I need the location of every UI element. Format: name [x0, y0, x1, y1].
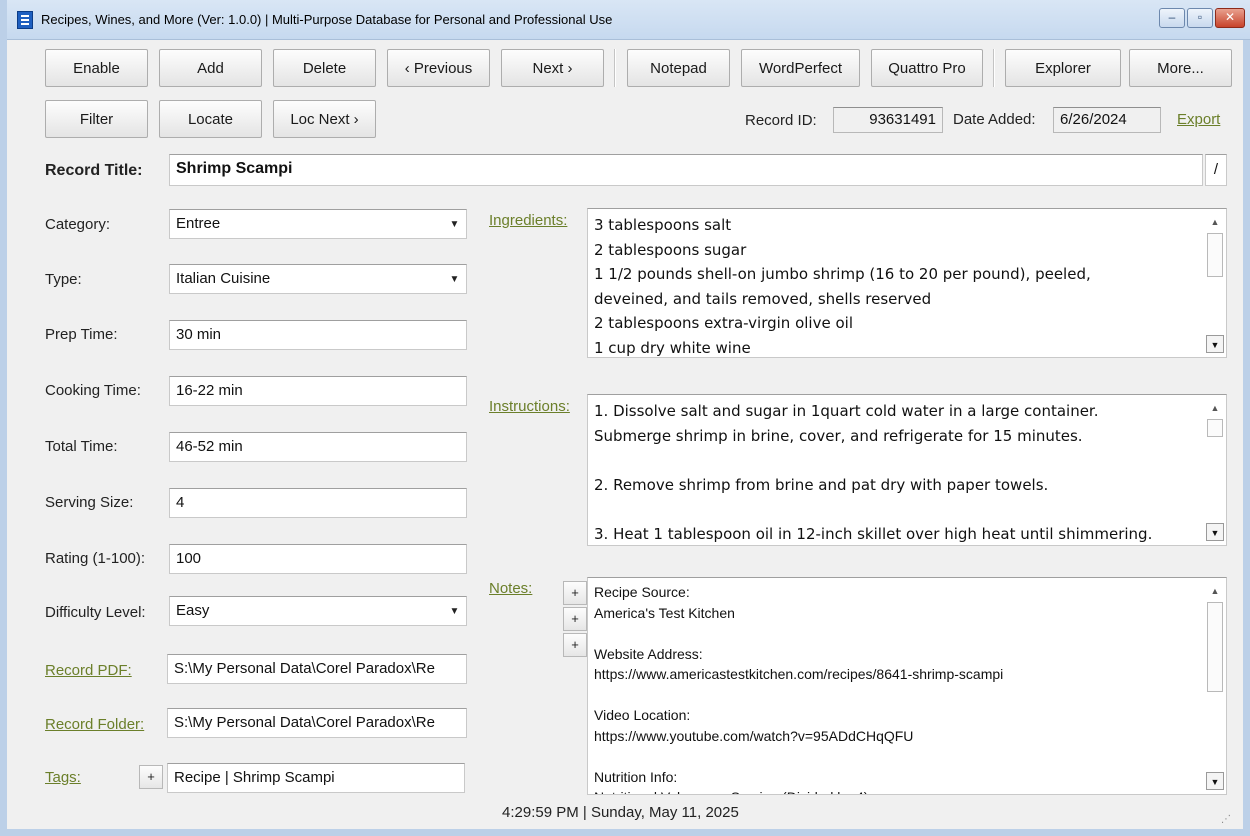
difficulty-value: Easy — [176, 602, 210, 619]
date-added-value: 6/26/2024 — [1053, 107, 1161, 133]
filter-button[interactable]: Filter — [45, 100, 148, 138]
cooking-time-input[interactable]: 16-22 min — [169, 376, 467, 406]
difficulty-label: Difficulty Level: — [45, 604, 146, 621]
more-button[interactable]: More... — [1129, 49, 1232, 87]
loc-next-button[interactable]: Loc Next › — [273, 100, 376, 138]
ingredients-text: 3 tablespoons salt 2 tablespoons sugar 1… — [594, 216, 1091, 357]
record-pdf-link[interactable]: Record PDF: — [45, 662, 132, 679]
difficulty-select[interactable]: Easy ▼ — [169, 596, 467, 626]
export-link[interactable]: Export — [1177, 111, 1220, 128]
prep-time-input[interactable]: 30 min — [169, 320, 467, 350]
instructions-textarea[interactable]: 1. Dissolve salt and sugar in 1quart col… — [587, 394, 1227, 546]
scroll-down-icon[interactable]: ▼ — [1206, 335, 1224, 353]
next-button[interactable]: Next › — [501, 49, 604, 87]
scrollbar-thumb[interactable] — [1207, 233, 1223, 277]
locate-button[interactable]: Locate — [159, 100, 262, 138]
record-pdf-input[interactable]: S:\My Personal Data\Corel Paradox\Re — [167, 654, 467, 684]
cooking-time-label: Cooking Time: — [45, 382, 141, 399]
title-bar: Recipes, Wines, and More (Ver: 1.0.0) | … — [7, 0, 1250, 40]
notes-textarea[interactable]: Recipe Source: America's Test Kitchen We… — [587, 577, 1227, 795]
notes-add-button-3[interactable]: + — [563, 633, 587, 657]
serving-size-input[interactable]: 4 — [169, 488, 467, 518]
ingredients-link[interactable]: Ingredients: — [489, 212, 567, 229]
serving-size-label: Serving Size: — [45, 494, 134, 511]
minimize-icon[interactable]: – — [1159, 8, 1185, 28]
notes-text: Recipe Source: America's Test Kitchen We… — [594, 584, 1004, 794]
enable-button[interactable]: Enable — [45, 49, 148, 87]
window-title: Recipes, Wines, and More (Ver: 1.0.0) | … — [41, 12, 613, 27]
type-label: Type: — [45, 271, 82, 288]
tags-link[interactable]: Tags: — [45, 769, 81, 786]
notes-link[interactable]: Notes: — [489, 580, 532, 597]
scroll-down-icon[interactable]: ▼ — [1206, 523, 1224, 541]
record-title-edit-button[interactable]: / — [1205, 154, 1227, 186]
category-label: Category: — [45, 216, 111, 233]
previous-button[interactable]: ‹ Previous — [387, 49, 490, 87]
instructions-scrollbar[interactable]: ▲ ▼ — [1204, 395, 1226, 545]
notes-add-button-2[interactable]: + — [563, 607, 587, 631]
tags-input[interactable]: Recipe | Shrimp Scampi — [167, 763, 465, 793]
maximize-icon[interactable]: ▫ — [1187, 8, 1213, 28]
chevron-down-icon[interactable]: ▼ — [446, 214, 463, 235]
scroll-down-icon[interactable]: ▼ — [1206, 772, 1224, 790]
instructions-link[interactable]: Instructions: — [489, 398, 570, 415]
chevron-down-icon[interactable]: ▼ — [446, 601, 463, 622]
toolbar-separator — [993, 49, 995, 87]
database-icon — [17, 11, 33, 29]
notepad-button[interactable]: Notepad — [627, 49, 730, 87]
rating-label: Rating (1-100): — [45, 550, 146, 567]
prep-time-label: Prep Time: — [45, 326, 118, 343]
close-icon[interactable]: ✕ — [1215, 8, 1245, 28]
notes-scrollbar[interactable]: ▲ ▼ — [1204, 578, 1226, 794]
notes-add-button-1[interactable]: + — [563, 581, 587, 605]
record-id-value: 93631491 — [833, 107, 943, 133]
record-folder-input[interactable]: S:\My Personal Data\Corel Paradox\Re — [167, 708, 467, 738]
rating-input[interactable]: 100 — [169, 544, 467, 574]
resize-grip-icon[interactable]: ⋰ — [1221, 814, 1231, 825]
scrollbar-thumb[interactable] — [1207, 419, 1223, 437]
toolbar-separator — [614, 49, 616, 87]
ingredients-scrollbar[interactable]: ▲ ▼ — [1204, 209, 1226, 357]
category-value: Entree — [176, 215, 221, 232]
add-button[interactable]: Add — [159, 49, 262, 87]
record-title-input[interactable]: Shrimp Scampi — [169, 154, 1203, 186]
ingredients-textarea[interactable]: 3 tablespoons salt 2 tablespoons sugar 1… — [587, 208, 1227, 358]
add-tag-button[interactable]: + — [139, 765, 163, 789]
record-title-label: Record Title: — [45, 162, 143, 179]
date-added-label: Date Added: — [953, 111, 1036, 128]
wordperfect-button[interactable]: WordPerfect — [741, 49, 860, 87]
scroll-up-icon[interactable]: ▲ — [1206, 213, 1224, 231]
app-window: Recipes, Wines, and More (Ver: 1.0.0) | … — [0, 0, 1250, 836]
chevron-down-icon[interactable]: ▼ — [446, 269, 463, 290]
total-time-label: Total Time: — [45, 438, 118, 455]
category-select[interactable]: Entree ▼ — [169, 209, 467, 239]
type-select[interactable]: Italian Cuisine ▼ — [169, 264, 467, 294]
instructions-text: 1. Dissolve salt and sugar in 1quart col… — [594, 402, 1153, 543]
scrollbar-thumb[interactable] — [1207, 602, 1223, 692]
explorer-button[interactable]: Explorer — [1005, 49, 1121, 87]
total-time-input[interactable]: 46-52 min — [169, 432, 467, 462]
status-clock: 4:29:59 PM | Sunday, May 11, 2025 — [502, 804, 739, 821]
scroll-up-icon[interactable]: ▲ — [1206, 399, 1224, 417]
delete-button[interactable]: Delete — [273, 49, 376, 87]
quattro-pro-button[interactable]: Quattro Pro — [871, 49, 983, 87]
scroll-up-icon[interactable]: ▲ — [1206, 582, 1224, 600]
record-folder-link[interactable]: Record Folder: — [45, 716, 144, 733]
type-value: Italian Cuisine — [176, 270, 271, 287]
record-id-label: Record ID: — [745, 112, 817, 129]
